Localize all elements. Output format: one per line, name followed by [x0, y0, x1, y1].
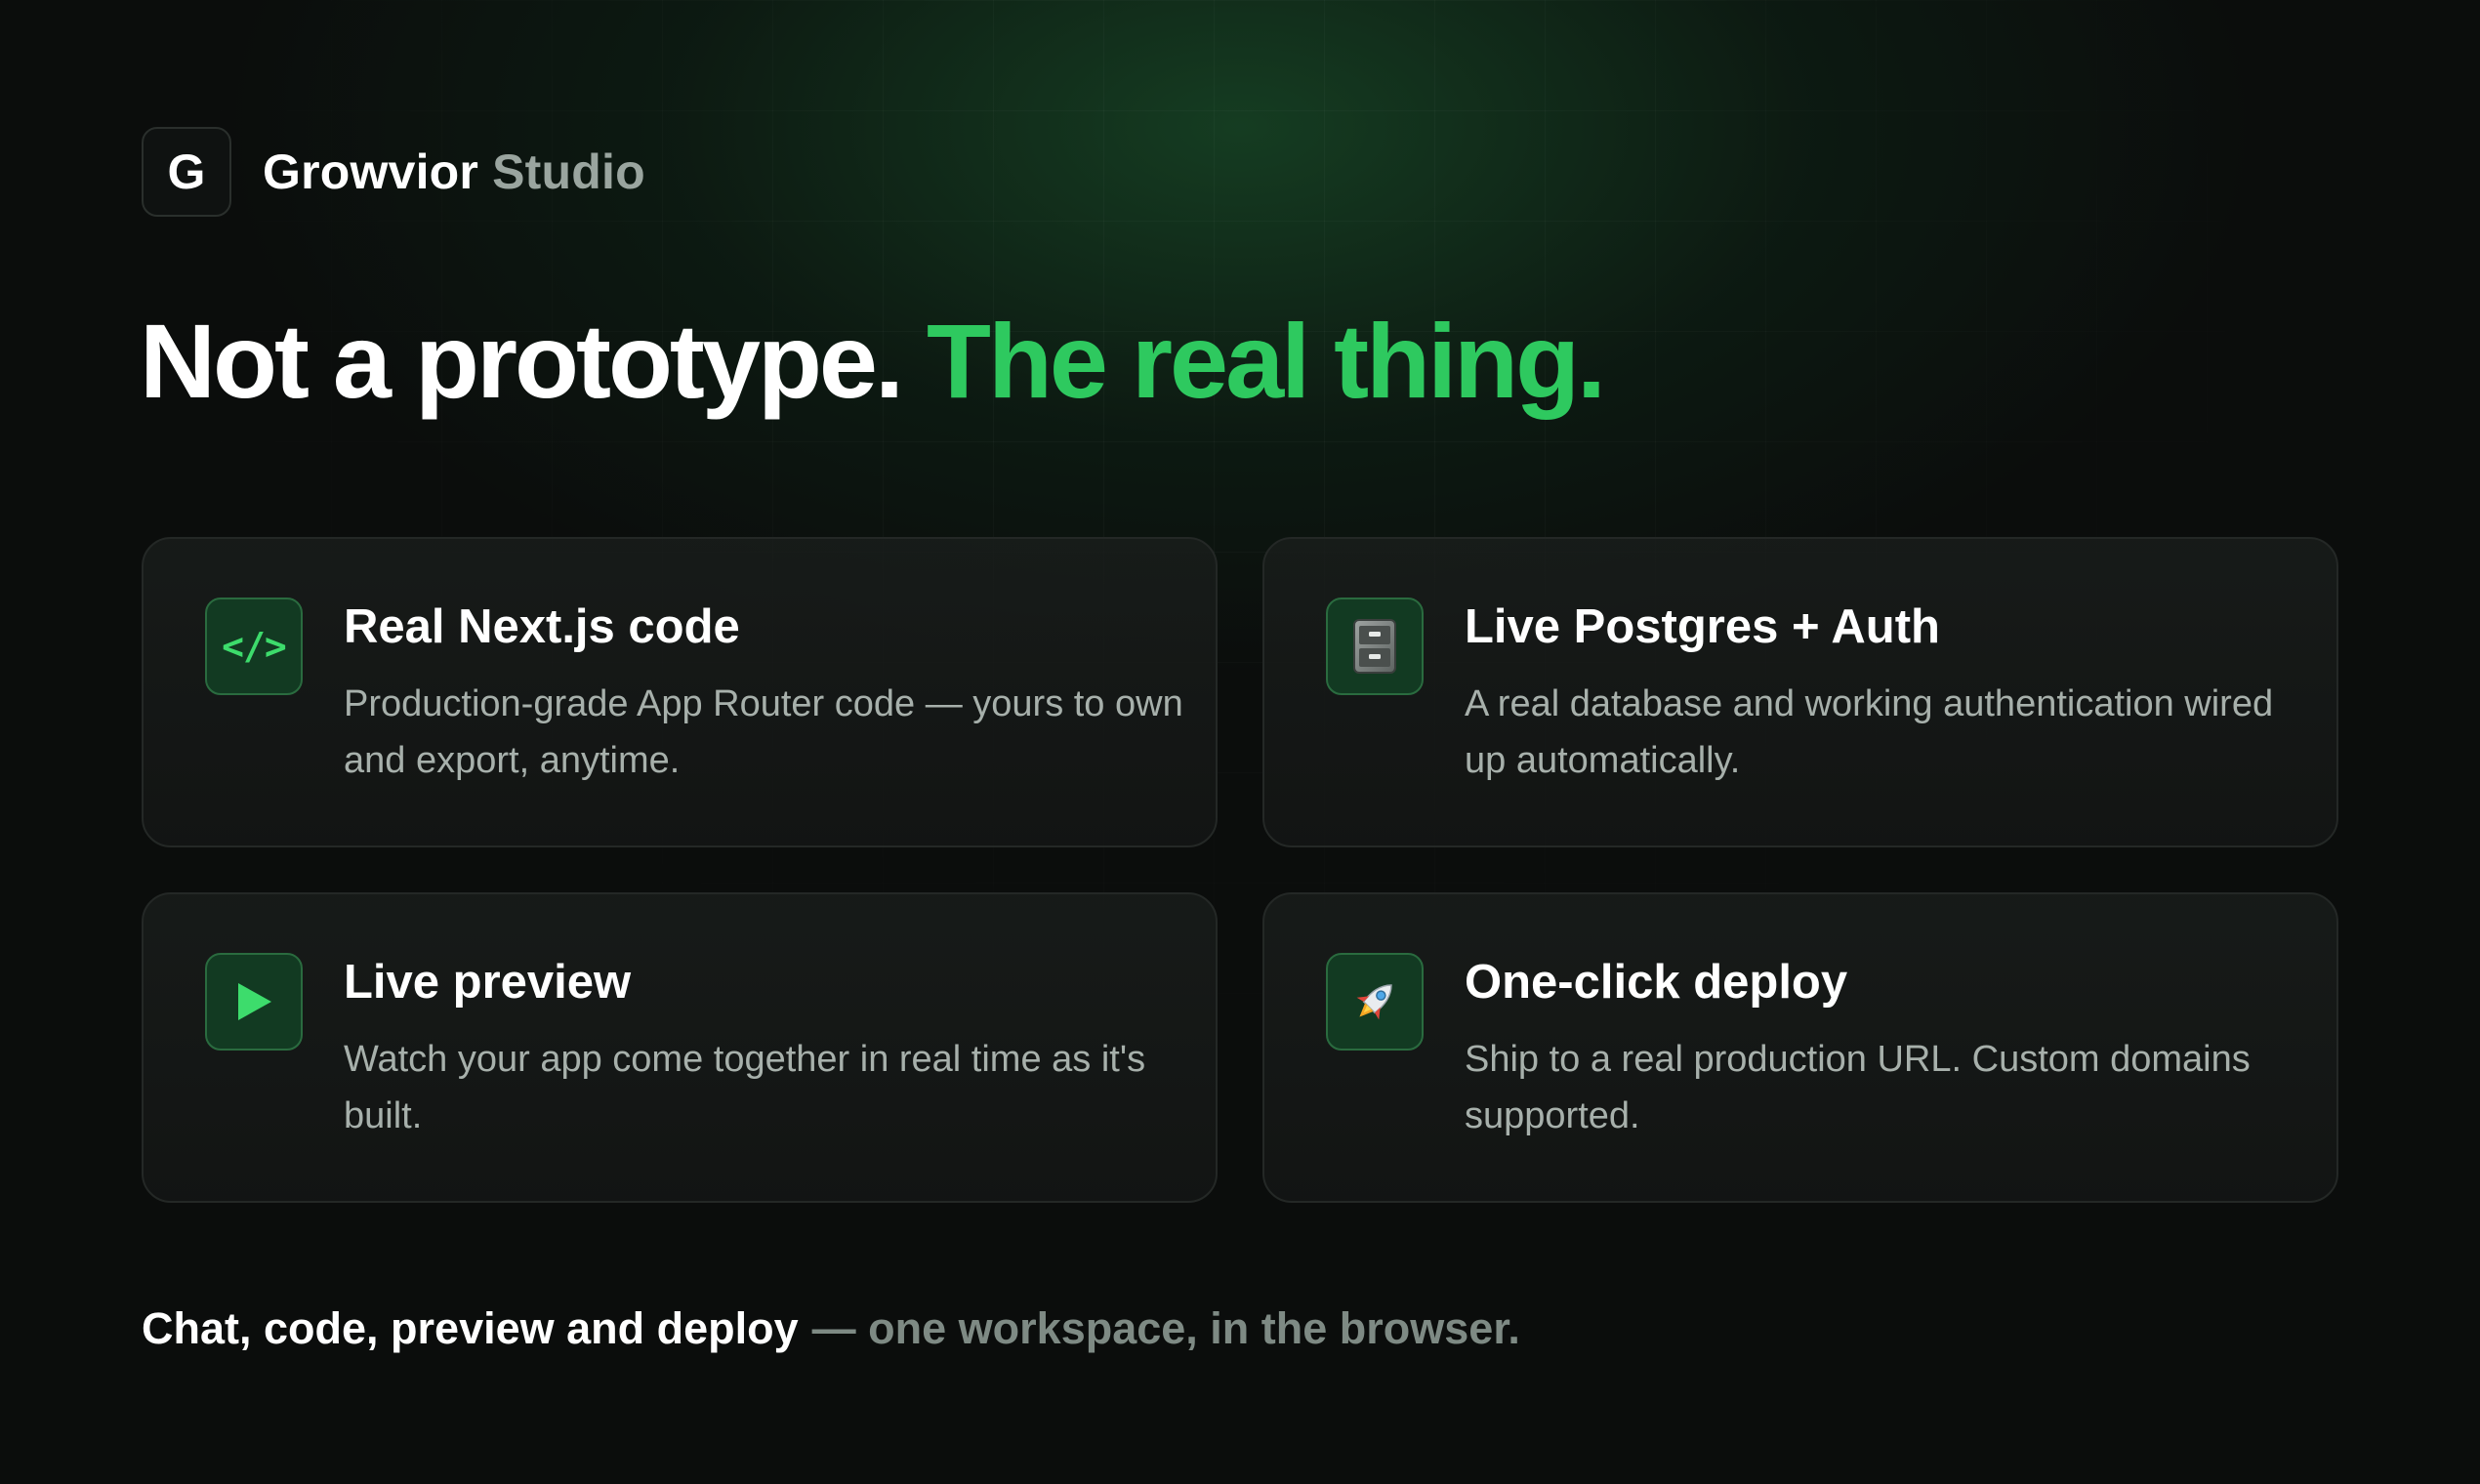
feature-description: A real database and working authenticati… [1465, 683, 2274, 781]
brand: G Growvior Studio [142, 126, 645, 218]
rocket-icon [1326, 953, 1424, 1051]
feature-title: Live preview [344, 956, 632, 1009]
feature-description: Ship to a real production URL. Custom do… [1465, 1039, 2251, 1136]
brand-name: Growvior Studio [263, 144, 645, 200]
footer-tagline: Chat, code, preview and deploy — one work… [142, 1303, 1520, 1354]
feature-card-database: Live Postgres + Auth A real database and… [1262, 537, 2338, 847]
feature-card-code: </> Real Next.js code Production-grade A… [142, 537, 1218, 847]
headline-part1: Not a prototype. [140, 302, 904, 420]
play-icon [205, 953, 303, 1051]
logo: G [142, 127, 231, 217]
footer-part2: — one workspace, in the browser. [811, 1303, 1520, 1353]
file-cabinet-icon [1326, 598, 1424, 695]
headline: Not a prototype. The real thing. [140, 293, 1606, 430]
feature-card-preview: Live preview Watch your app come togethe… [142, 892, 1218, 1203]
footer-part1: Chat, code, preview and deploy [142, 1303, 799, 1353]
feature-description: Watch your app come together in real tim… [344, 1039, 1146, 1136]
brand-name-secondary: Studio [492, 144, 645, 199]
brand-name-primary: Growvior [263, 144, 479, 199]
feature-card-deploy: One-click deploy Ship to a real producti… [1262, 892, 2338, 1203]
headline-part2: The real thing. [926, 302, 1606, 420]
feature-description: Production-grade App Router code — yours… [344, 683, 1183, 781]
feature-title: One-click deploy [1465, 956, 1848, 1009]
logo-letter: G [167, 144, 206, 199]
feature-title: Live Postgres + Auth [1465, 600, 1940, 653]
feature-title: Real Next.js code [344, 600, 740, 653]
code-icon: </> [205, 598, 303, 695]
